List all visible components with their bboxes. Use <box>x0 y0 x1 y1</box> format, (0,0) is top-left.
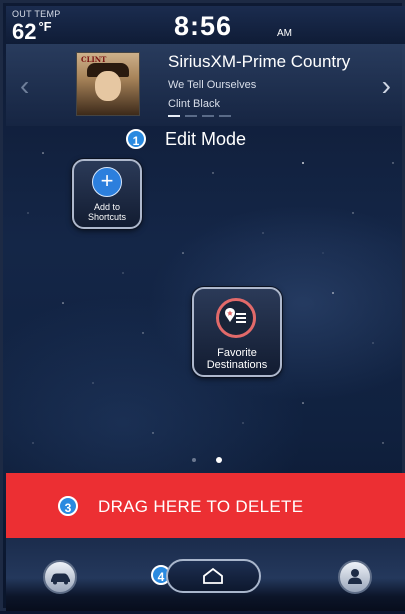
out-temp-unit: °F <box>38 19 52 34</box>
artist-name: Clint Black <box>168 98 220 110</box>
album-art: CLINT <box>76 52 140 116</box>
album-face <box>95 71 121 101</box>
plus-icon: + <box>92 167 122 197</box>
home-icon <box>203 567 223 584</box>
album-art-text: CLINT <box>81 55 107 64</box>
chevron-right-icon[interactable]: › <box>382 70 391 102</box>
preset-page-dot <box>185 115 197 117</box>
media-now-playing[interactable]: ‹ CLINT SiriusXM-Prime Country We Tell O… <box>6 44 405 126</box>
out-temp-readout: 62 °F <box>12 19 52 45</box>
edit-mode-title: Edit Mode <box>165 129 247 149</box>
page-dot[interactable] <box>192 458 196 462</box>
song-title: We Tell Ourselves <box>168 79 257 91</box>
favorite-destinations-label: Favorite Destinations <box>206 347 268 371</box>
callout-badge-3: 3 <box>58 496 78 516</box>
add-to-shortcuts-button[interactable]: + Add to Shortcuts <box>72 159 142 229</box>
add-to-shortcuts-label: Add to Shortcuts <box>87 202 127 222</box>
clock-ampm: AM <box>277 28 292 39</box>
preset-page-dot <box>168 115 180 117</box>
out-temp-value: 62 <box>12 19 37 44</box>
profile-icon <box>348 569 362 584</box>
preset-page-dot <box>219 115 231 117</box>
preset-page-dot <box>202 115 214 117</box>
station-name: SiriusXM-Prime Country <box>168 52 351 71</box>
head-unit-screen: OUT TEMP 62 °F 8:56 AM ‹ CLINT SiriusXM-P… <box>0 0 405 611</box>
delete-zone-label: DRAG HERE TO DELETE <box>98 497 304 516</box>
clock-time: 8:56 <box>174 11 233 41</box>
home-button[interactable] <box>166 559 261 593</box>
callout-badge-1: 1 <box>126 129 146 149</box>
profile-button[interactable] <box>338 560 372 594</box>
favorite-pin-list-icon <box>216 298 256 338</box>
page-indicator <box>192 449 242 467</box>
bottom-nav-bar: 4 <box>6 538 405 611</box>
out-temp-label: OUT TEMP <box>12 9 61 19</box>
favorite-destinations-button[interactable]: Favorite Destinations <box>192 287 282 377</box>
page-dot-active[interactable] <box>216 457 222 463</box>
status-bar: OUT TEMP 62 °F 8:56 AM <box>6 6 405 44</box>
vehicle-button[interactable] <box>43 560 77 594</box>
drag-to-delete-zone[interactable]: 3 DRAG HERE TO DELETE <box>6 473 405 538</box>
car-icon <box>51 573 70 585</box>
chevron-left-icon[interactable]: ‹ <box>20 70 29 102</box>
